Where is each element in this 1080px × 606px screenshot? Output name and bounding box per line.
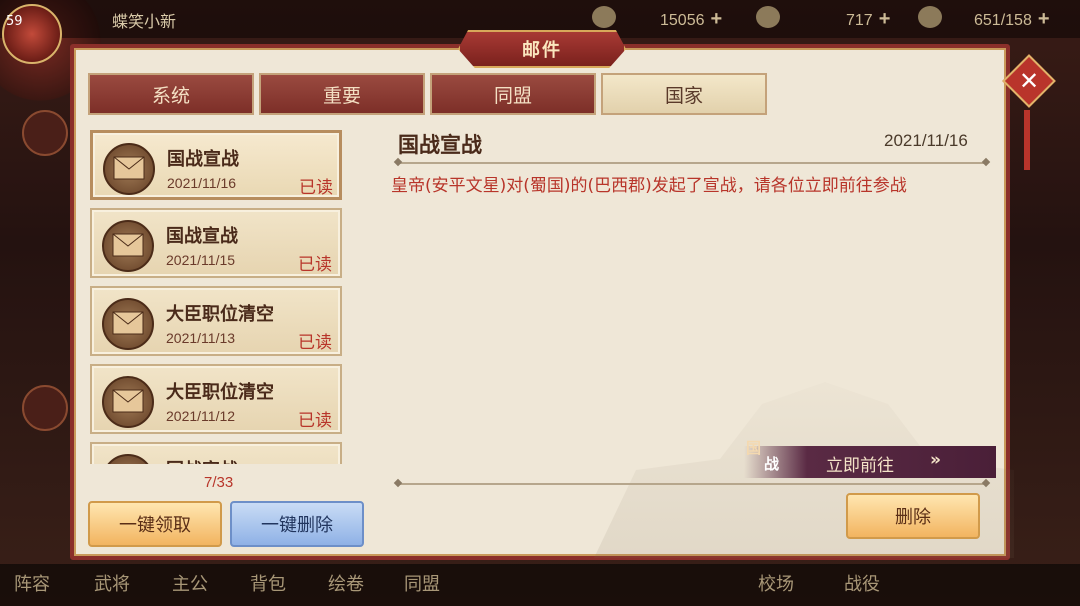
mail-date: 2021/11/12 — [166, 408, 236, 424]
nav-scroll[interactable]: 绘卷 — [328, 570, 364, 596]
mail-title: 国战宣战 — [166, 456, 238, 464]
nav-alliance[interactable]: 同盟 — [404, 570, 440, 596]
mail-item[interactable]: 大臣职位清空 2021/11/13 已读 — [90, 286, 342, 356]
dialog-title: 邮件 — [522, 40, 562, 61]
gold-ingot-value: 717 + — [846, 8, 891, 30]
detail-divider-top — [398, 162, 986, 164]
tab-nation[interactable]: 国家 — [601, 73, 767, 115]
chat-icon[interactable] — [22, 385, 68, 431]
nav-lord[interactable]: 主公 — [172, 570, 208, 596]
tab-important[interactable]: 重要 — [259, 73, 425, 115]
go-now-label[interactable]: 立即前往 — [826, 451, 894, 476]
nav-lineup[interactable]: 阵容 — [14, 570, 50, 596]
nav-campaign[interactable]: 战役 — [844, 570, 880, 596]
silver-coin-icon — [592, 6, 616, 28]
delete-button[interactable]: 删除 — [846, 493, 980, 539]
add-grain-button[interactable]: + — [1038, 8, 1050, 30]
mail-title: 大臣职位清空 — [166, 382, 274, 403]
add-silver-button[interactable]: + — [711, 8, 723, 30]
mail-read-status: 已读 — [298, 411, 332, 431]
nav-training-ground[interactable]: 校场 — [758, 570, 794, 596]
envelope-icon — [102, 220, 154, 272]
bottom-nav-bar — [0, 564, 1080, 606]
nav-generals[interactable]: 武将 — [94, 570, 130, 596]
mail-count: 7/33 — [204, 474, 234, 491]
player-name: 蝶笑小新 — [112, 12, 177, 31]
mail-title: 国战宣战 — [166, 226, 238, 247]
envelope-icon — [102, 376, 154, 428]
mail-list[interactable]: 国战宣战 2021/11/16 已读 国战宣战 2021/11/15 已读 大臣… — [88, 126, 348, 464]
detail-date: 2021/11/16 — [884, 131, 968, 150]
detail-divider-bottom — [398, 483, 986, 485]
tab-system[interactable]: 系统 — [88, 73, 254, 115]
mail-read-status: 已读 — [298, 333, 332, 353]
claim-all-button[interactable]: 一键领取 — [88, 501, 222, 547]
mail-read-status: 已读 — [298, 255, 332, 275]
player-avatar[interactable] — [2, 4, 62, 64]
grain-value: 651/158 + — [974, 8, 1050, 30]
mail-title: 大臣职位清空 — [166, 304, 274, 325]
silver-coin-value: 15056 + — [660, 8, 723, 30]
double-chevron-icon: » — [930, 450, 941, 470]
grain-icon — [918, 6, 942, 28]
mail-date: 2021/11/16 — [167, 175, 237, 191]
delete-all-button[interactable]: 一键删除 — [230, 501, 364, 547]
nation-war-badge: 国 战 — [746, 439, 780, 473]
close-tassel — [1024, 110, 1030, 170]
mail-date: 2021/11/13 — [166, 330, 236, 346]
mail-item[interactable]: 国战宣战 2021/11/15 已读 — [90, 208, 342, 278]
close-icon: ✕ — [1018, 66, 1040, 95]
mail-item[interactable]: 国战宣战 2021/11/16 已读 — [90, 130, 342, 200]
mail-item[interactable]: 国战宣战 — [90, 442, 342, 464]
mail-item[interactable]: 大臣职位清空 2021/11/12 已读 — [90, 364, 342, 434]
gold-ingot-icon — [756, 6, 780, 28]
tab-alliance[interactable]: 同盟 — [430, 73, 596, 115]
envelope-icon — [103, 143, 155, 195]
side-menu-icon[interactable] — [22, 110, 68, 156]
mail-read-status: 已读 — [299, 178, 333, 198]
detail-body: 皇帝(安平文星)对(蜀国)的(巴西郡)发起了宣战，请各位立即前往参战 — [391, 176, 907, 196]
mail-title: 国战宣战 — [167, 149, 239, 170]
nav-bag[interactable]: 背包 — [250, 570, 286, 596]
dialog-title-plate: 邮件 — [458, 30, 626, 68]
add-gold-button[interactable]: + — [879, 8, 891, 30]
detail-title: 国战宣战 — [398, 133, 482, 157]
mail-date: 2021/11/15 — [166, 252, 236, 268]
envelope-icon — [102, 298, 154, 350]
player-level: 59 — [6, 14, 23, 29]
envelope-icon — [102, 454, 154, 464]
